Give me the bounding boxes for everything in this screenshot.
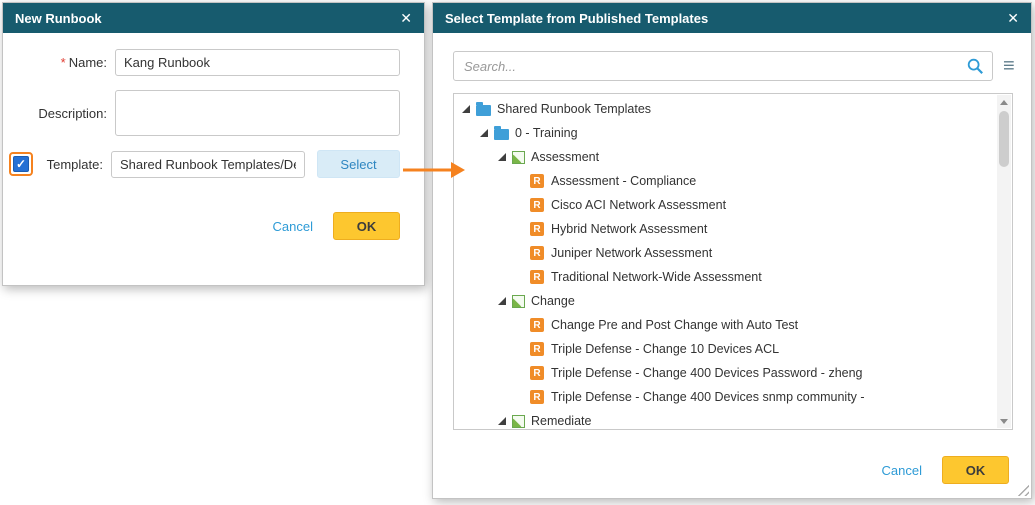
- ok-button[interactable]: OK: [333, 212, 400, 240]
- select-template-footer: Cancel OK: [882, 456, 1009, 484]
- tree-item-label: Cisco ACI Network Assessment: [551, 198, 726, 212]
- tree-item[interactable]: R Assessment - Compliance: [454, 169, 996, 193]
- runbook-icon: R: [530, 174, 544, 188]
- tree-item[interactable]: Remediate: [454, 409, 996, 430]
- tree-item[interactable]: R Hybrid Network Assessment: [454, 217, 996, 241]
- tree-item-label: Triple Defense - Change 10 Devices ACL: [551, 342, 779, 356]
- tree-item[interactable]: R Change Pre and Post Change with Auto Te…: [454, 313, 996, 337]
- runbook-icon: R: [530, 246, 544, 260]
- tree-item-label: Hybrid Network Assessment: [551, 222, 707, 236]
- select-template-button[interactable]: Select: [317, 150, 400, 178]
- template-path-input[interactable]: [111, 151, 305, 178]
- tree-item-label: Change Pre and Post Change with Auto Tes…: [551, 318, 798, 332]
- tree-item[interactable]: Shared Runbook Templates: [454, 97, 996, 121]
- tree-item-label: Traditional Network-Wide Assessment: [551, 270, 762, 284]
- runbook-icon: R: [530, 222, 544, 236]
- category-icon: [512, 151, 525, 164]
- tree-item-label: Change: [531, 294, 575, 308]
- expand-collapse-icon[interactable]: [498, 153, 506, 161]
- tree-item[interactable]: R Cisco ACI Network Assessment: [454, 193, 996, 217]
- tree-item-label: Triple Defense - Change 400 Devices snmp…: [551, 390, 865, 404]
- scroll-down-icon[interactable]: [997, 414, 1011, 428]
- tree-item[interactable]: Assessment: [454, 145, 996, 169]
- checkbox-annotation-highlight: ✓: [9, 152, 33, 176]
- expand-collapse-icon[interactable]: [462, 105, 470, 113]
- search-row: ≡: [433, 33, 1031, 93]
- tree-item[interactable]: Change: [454, 289, 996, 313]
- new-runbook-footer: Cancel OK: [27, 212, 400, 240]
- template-checkbox[interactable]: ✓: [13, 156, 29, 172]
- tree-item-label: Juniper Network Assessment: [551, 246, 712, 260]
- template-tree-rows: Shared Runbook Templates 0 - Training Asse…: [454, 94, 1012, 430]
- search-icon[interactable]: [966, 57, 984, 75]
- folder-icon: [476, 105, 491, 116]
- tree-item-label: Assessment: [531, 150, 599, 164]
- tree-item-label: Shared Runbook Templates: [497, 102, 651, 116]
- expand-collapse-icon[interactable]: [498, 297, 506, 305]
- tree-item-label: Remediate: [531, 414, 591, 428]
- template-label: Template:: [37, 157, 103, 172]
- expand-collapse-icon[interactable]: [480, 129, 488, 137]
- expand-collapse-icon[interactable]: [498, 417, 506, 425]
- description-label: Description:: [27, 106, 107, 121]
- scroll-up-icon[interactable]: [997, 95, 1011, 109]
- new-runbook-form: *Name: Description: ✓ Template: Select C…: [3, 33, 424, 240]
- tree-scrollbar[interactable]: [997, 95, 1011, 428]
- resize-handle[interactable]: [1017, 484, 1029, 496]
- runbook-icon: R: [530, 198, 544, 212]
- tree-item[interactable]: R Traditional Network-Wide Assessment: [454, 265, 996, 289]
- runbook-icon: R: [530, 390, 544, 404]
- search-input[interactable]: [453, 51, 993, 81]
- tree-item[interactable]: R Triple Defense - Change 400 Devices Pas…: [454, 361, 996, 385]
- runbook-icon: R: [530, 342, 544, 356]
- tree-item[interactable]: R Triple Defense - Change 400 Devices snm…: [454, 385, 996, 409]
- description-row: Description:: [27, 90, 400, 136]
- search-wrap: [453, 51, 993, 81]
- dialog-title: New Runbook: [15, 11, 102, 26]
- description-input[interactable]: [115, 90, 400, 136]
- tree-item[interactable]: R Juniper Network Assessment: [454, 241, 996, 265]
- tree-item[interactable]: R Triple Defense - Change 10 Devices ACL: [454, 337, 996, 361]
- tree-item-label: Triple Defense - Change 400 Devices Pass…: [551, 366, 863, 380]
- template-tree: Shared Runbook Templates 0 - Training Asse…: [453, 93, 1013, 430]
- cancel-button[interactable]: Cancel: [882, 463, 922, 478]
- close-icon[interactable]: ✕: [400, 11, 412, 25]
- dialog-titlebar: Select Template from Published Templates…: [433, 3, 1031, 33]
- close-icon[interactable]: ✕: [1007, 11, 1019, 25]
- new-runbook-dialog: New Runbook ✕ *Name: Description: ✓ Temp…: [2, 2, 425, 286]
- name-label: *Name:: [27, 55, 107, 70]
- dialog-title: Select Template from Published Templates: [445, 11, 708, 26]
- runbook-icon: R: [530, 318, 544, 332]
- category-icon: [512, 415, 525, 428]
- runbook-icon: R: [530, 366, 544, 380]
- tree-item-label: 0 - Training: [515, 126, 578, 140]
- menu-icon[interactable]: ≡: [1003, 56, 1015, 76]
- template-row: ✓ Template: Select: [9, 150, 400, 178]
- ok-button[interactable]: OK: [942, 456, 1009, 484]
- select-template-dialog: Select Template from Published Templates…: [432, 2, 1032, 499]
- folder-icon: [494, 129, 509, 140]
- cancel-button[interactable]: Cancel: [273, 219, 313, 234]
- tree-item-label: Assessment - Compliance: [551, 174, 696, 188]
- annotation-arrow: [401, 160, 467, 180]
- tree-item[interactable]: 0 - Training: [454, 121, 996, 145]
- category-icon: [512, 295, 525, 308]
- required-asterisk: *: [61, 55, 66, 70]
- check-icon: ✓: [16, 158, 26, 170]
- name-input[interactable]: [115, 49, 400, 76]
- name-row: *Name:: [27, 49, 400, 76]
- dialog-titlebar: New Runbook ✕: [3, 3, 424, 33]
- runbook-icon: R: [530, 270, 544, 284]
- scrollbar-thumb[interactable]: [999, 111, 1009, 167]
